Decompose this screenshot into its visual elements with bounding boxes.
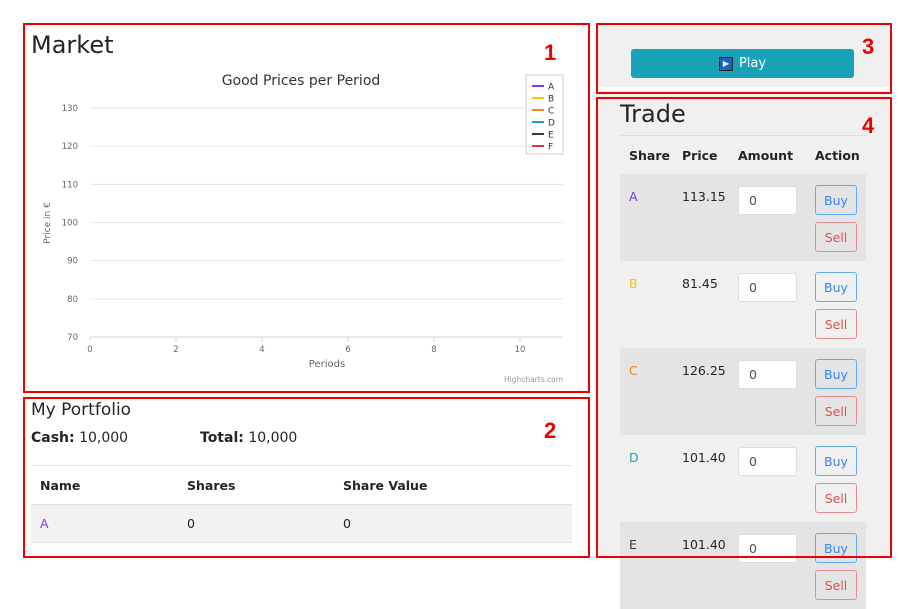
row-value: 0 (343, 516, 351, 531)
trade-title: Trade (620, 100, 686, 128)
annotation-1: 1 (544, 40, 557, 65)
trade-row-b: B 81.45 0 Buy Sell (620, 261, 866, 348)
cash-label: Cash: (31, 430, 75, 446)
share-price: 101.40 (682, 450, 726, 465)
play-label: Play (738, 56, 767, 71)
x-tick-label: 2 (173, 345, 178, 355)
y-tick-label: 70 (67, 333, 78, 343)
price-chart: Good Prices per Period 70809010011012013… (43, 73, 564, 384)
trade-row-d: D 101.40 0 Buy Sell (620, 435, 866, 522)
header-share: Share (629, 148, 670, 163)
x-tick-label: 6 (345, 345, 350, 355)
portfolio-table: Name Shares Share Value A 0 0 (31, 465, 572, 543)
y-tick-label: 100 (62, 219, 78, 229)
legend-item-d[interactable]: D (548, 119, 555, 129)
x-tick-label: 8 (431, 345, 436, 355)
total-label: Total: (200, 430, 244, 446)
sell-button[interactable]: Sell (815, 483, 857, 513)
trade-row-c: C 126.25 0 Buy Sell (620, 348, 866, 435)
share-name: B (629, 276, 638, 291)
play-button[interactable]: ▶ Play (631, 49, 854, 78)
chart-legend (525, 74, 564, 155)
trade-row-a: A 113.15 0 Buy Sell (620, 174, 866, 261)
total-value: 10,000 (248, 430, 298, 446)
buy-button[interactable]: Buy (815, 533, 857, 563)
header-price: Price (682, 148, 718, 163)
market-title: Market (31, 31, 114, 59)
annotation-2: 2 (544, 418, 557, 443)
x-tick-label: 4 (259, 345, 264, 355)
x-tick-label: 0 (87, 345, 92, 355)
share-price: 126.25 (682, 363, 726, 378)
y-tick-label: 90 (67, 257, 78, 267)
amount-input[interactable]: 0 (738, 534, 797, 563)
legend-item-a[interactable]: A (548, 83, 555, 93)
buy-button[interactable]: Buy (815, 359, 857, 389)
y-tick-label: 110 (62, 180, 78, 190)
row-name: A (40, 516, 49, 531)
buy-button[interactable]: Buy (815, 185, 857, 215)
share-price: 101.40 (682, 537, 726, 552)
header-share-value: Share Value (343, 477, 428, 493)
header-name: Name (40, 477, 81, 493)
legend-item-f[interactable]: F (548, 143, 553, 153)
table-row: A 0 0 (31, 504, 572, 543)
y-tick-label: 80 (67, 295, 78, 305)
share-name: A (629, 189, 638, 204)
total-display: Total: 10,000 (200, 430, 297, 446)
share-name: E (629, 537, 637, 552)
header-action: Action (815, 148, 860, 163)
share-price: 81.45 (682, 276, 718, 291)
amount-input[interactable]: 0 (738, 273, 797, 302)
portfolio-title: My Portfolio (31, 400, 132, 420)
header-shares: Shares (187, 477, 236, 493)
legend-item-e[interactable]: E (548, 131, 554, 141)
chart-title: Good Prices per Period (222, 73, 381, 89)
x-tick-label: 10 (515, 345, 526, 355)
row-shares: 0 (187, 516, 195, 531)
y-tick-label: 130 (62, 104, 78, 114)
share-price: 113.15 (682, 189, 726, 204)
y-axis-label: Price in € (43, 202, 53, 244)
annotation-4: 4 (862, 113, 875, 138)
cash-value: 10,000 (79, 430, 129, 446)
sell-button[interactable]: Sell (815, 396, 857, 426)
x-axis-label: Periods (309, 359, 345, 370)
buy-button[interactable]: Buy (815, 272, 857, 302)
sell-button[interactable]: Sell (815, 222, 857, 252)
play-icon: ▶ (718, 56, 733, 71)
share-name: C (629, 363, 638, 378)
amount-input[interactable]: 0 (738, 360, 797, 389)
trade-row-e: E 101.40 0 Buy Sell (620, 522, 866, 609)
buy-button[interactable]: Buy (815, 446, 857, 476)
y-tick-label: 120 (62, 142, 78, 152)
share-name: D (629, 450, 639, 465)
annotation-3: 3 (862, 34, 875, 59)
chart-credits[interactable]: Highcharts.com (504, 375, 563, 384)
legend-item-b[interactable]: B (548, 95, 554, 105)
amount-input[interactable]: 0 (738, 447, 797, 476)
sell-button[interactable]: Sell (815, 309, 857, 339)
divider (620, 135, 867, 136)
cash-display: Cash: 10,000 (31, 430, 128, 446)
portfolio-header-row: Name Shares Share Value (31, 465, 572, 504)
legend-item-c[interactable]: C (548, 107, 554, 117)
amount-input[interactable]: 0 (738, 186, 797, 215)
header-amount: Amount (738, 148, 794, 163)
sell-button[interactable]: Sell (815, 570, 857, 600)
